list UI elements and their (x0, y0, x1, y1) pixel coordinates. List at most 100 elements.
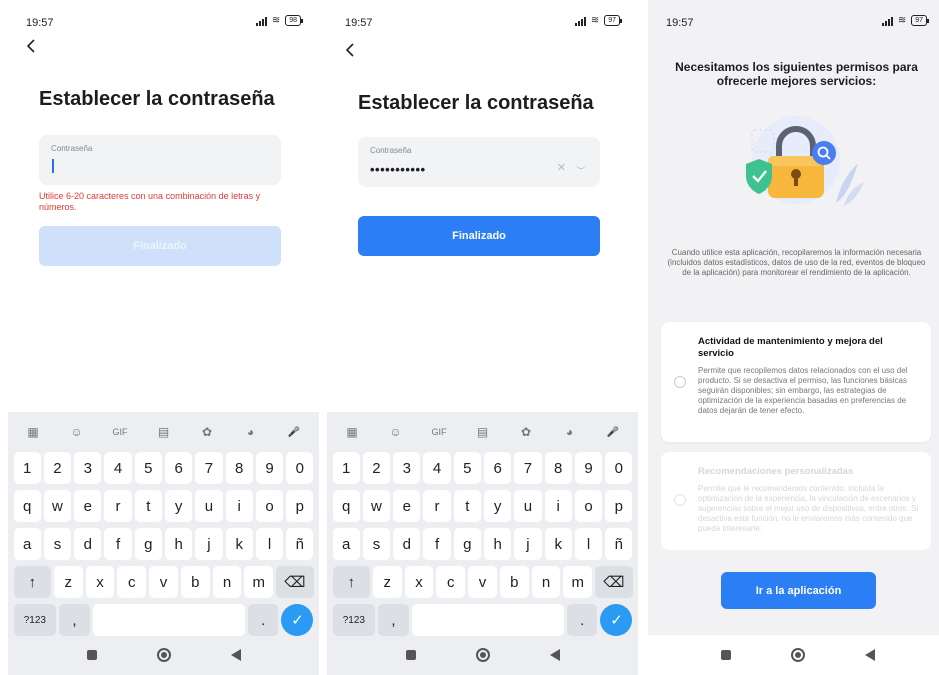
key[interactable]: d (393, 528, 421, 560)
key[interactable]: 1 (13, 452, 41, 484)
key[interactable]: ñ (605, 528, 633, 560)
key[interactable]: k (544, 528, 572, 560)
key[interactable]: 4 (104, 452, 132, 484)
key[interactable]: w (43, 490, 72, 522)
key[interactable]: p (605, 490, 633, 522)
key[interactable]: f (104, 528, 132, 560)
back-nav-icon[interactable] (230, 649, 241, 661)
key[interactable]: 8 (225, 452, 253, 484)
microphone-icon[interactable]: 🎤 (283, 427, 305, 438)
home-icon[interactable] (790, 648, 805, 662)
finish-button[interactable]: Finalizado (39, 226, 281, 266)
sticker-icon[interactable]: ☺ (385, 425, 407, 439)
key[interactable]: 9 (574, 452, 603, 484)
key[interactable]: x (85, 566, 115, 598)
key[interactable]: 1 (332, 452, 360, 484)
maintenance-radio[interactable] (674, 376, 686, 388)
settings-icon[interactable]: ✿ (515, 425, 537, 439)
key[interactable]: m (244, 566, 274, 598)
key[interactable]: a (332, 528, 360, 560)
key[interactable]: v (149, 566, 178, 598)
key[interactable]: c (117, 566, 147, 598)
backspace-key[interactable]: ⌫ (595, 566, 633, 598)
comma-key[interactable]: , (378, 604, 409, 636)
key[interactable]: u (514, 490, 542, 522)
back-nav-icon[interactable] (864, 649, 875, 661)
key[interactable]: 9 (255, 452, 284, 484)
key[interactable]: 0 (286, 452, 314, 484)
key[interactable]: i (544, 490, 572, 522)
clear-icon[interactable]: ✕ (557, 161, 566, 174)
space-key[interactable] (411, 604, 565, 636)
key[interactable]: ñ (286, 528, 314, 560)
key[interactable]: f (423, 528, 451, 560)
apps-icon[interactable]: ▦ (22, 425, 44, 439)
key[interactable]: 8 (544, 452, 572, 484)
key[interactable]: j (195, 528, 223, 560)
recents-icon[interactable] (720, 650, 731, 660)
key[interactable]: s (362, 528, 391, 560)
microphone-icon[interactable]: 🎤 (602, 427, 624, 438)
key[interactable]: d (74, 528, 102, 560)
key[interactable]: i (225, 490, 253, 522)
shift-key[interactable]: ↑ (332, 566, 370, 598)
finish-button[interactable]: Finalizado (358, 216, 600, 256)
key[interactable]: 6 (483, 452, 512, 484)
permission-card-recommendations[interactable]: Recomendaciones personalizadas Permite q… (661, 452, 931, 550)
key[interactable]: 6 (164, 452, 193, 484)
key[interactable]: t (453, 490, 481, 522)
recommendations-radio[interactable] (674, 494, 686, 506)
key[interactable]: h (483, 528, 512, 560)
key[interactable]: e (393, 490, 421, 522)
key[interactable]: 2 (362, 452, 391, 484)
key[interactable]: y (164, 490, 193, 522)
key[interactable]: e (74, 490, 102, 522)
key[interactable]: 7 (195, 452, 223, 484)
key[interactable]: n (531, 566, 561, 598)
apps-icon[interactable]: ▦ (341, 425, 363, 439)
period-key[interactable]: . (248, 604, 279, 636)
key[interactable]: o (574, 490, 603, 522)
permission-card-maintenance[interactable]: Actividad de mantenimiento y mejora del … (661, 322, 931, 442)
symbols-key[interactable]: ?123 (332, 604, 376, 636)
home-icon[interactable] (475, 648, 490, 662)
key[interactable]: 0 (605, 452, 633, 484)
key[interactable]: p (286, 490, 314, 522)
clipboard-icon[interactable]: ▤ (153, 425, 175, 439)
key[interactable]: q (332, 490, 360, 522)
space-key[interactable] (92, 604, 246, 636)
password-field[interactable]: Contraseña (39, 135, 281, 185)
key[interactable]: c (436, 566, 466, 598)
palette-icon[interactable]: ◕ (240, 425, 262, 439)
key[interactable]: 5 (453, 452, 481, 484)
symbols-key[interactable]: ?123 (13, 604, 57, 636)
key[interactable]: w (362, 490, 391, 522)
enter-key[interactable]: ✓ (600, 604, 633, 636)
back-nav-icon[interactable] (549, 649, 560, 661)
go-to-app-button[interactable]: Ir a la aplicación (721, 572, 876, 609)
key[interactable]: r (104, 490, 132, 522)
key[interactable]: 5 (134, 452, 162, 484)
eye-closed-icon[interactable] (576, 164, 586, 169)
recents-icon[interactable] (86, 650, 97, 660)
shift-key[interactable]: ↑ (13, 566, 51, 598)
key[interactable]: n (212, 566, 242, 598)
gif-icon[interactable]: GIF (109, 427, 131, 437)
key[interactable]: m (563, 566, 593, 598)
clipboard-icon[interactable]: ▤ (472, 425, 494, 439)
key[interactable]: b (180, 566, 210, 598)
key[interactable]: z (372, 566, 402, 598)
key[interactable]: g (453, 528, 481, 560)
key[interactable]: 4 (423, 452, 451, 484)
key[interactable]: j (514, 528, 542, 560)
key[interactable]: y (483, 490, 512, 522)
sticker-icon[interactable]: ☺ (66, 425, 88, 439)
key[interactable]: x (404, 566, 434, 598)
key[interactable]: a (13, 528, 41, 560)
key[interactable]: z (53, 566, 83, 598)
key[interactable]: b (499, 566, 529, 598)
key[interactable]: 7 (514, 452, 542, 484)
gif-icon[interactable]: GIF (428, 427, 450, 437)
key[interactable]: l (255, 528, 284, 560)
key[interactable]: g (134, 528, 162, 560)
